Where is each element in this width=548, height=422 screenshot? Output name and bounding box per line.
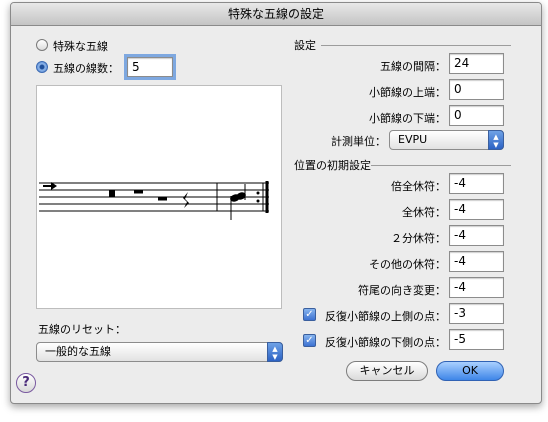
stem-flip-input[interactable]: -4 — [449, 277, 504, 298]
special-staff-radio[interactable] — [36, 39, 48, 51]
repeat-lower-label: 反復小節線の下側の点： — [325, 336, 446, 349]
units-label: 計測単位： — [331, 135, 386, 148]
initial-position-header: 位置の初期設定 — [294, 159, 371, 172]
checkmark-icon: ✓ — [305, 309, 314, 320]
line-count-input[interactable]: 5 — [124, 54, 176, 80]
barline-bottom-input[interactable]: 0 — [449, 105, 504, 126]
repeat-upper-input[interactable]: -3 — [449, 303, 504, 324]
line-count-label: 五線の線数： — [53, 62, 119, 75]
double-whole-rest-input[interactable]: -4 — [449, 173, 504, 194]
stem-flip-label: 符尾の向き変更： — [358, 284, 446, 297]
ok-button[interactable]: OK — [436, 361, 504, 381]
half-rest-input[interactable]: -4 — [449, 225, 504, 246]
settings-separator — [321, 45, 511, 46]
checkmark-icon: ✓ — [305, 335, 314, 346]
dialog-window: 特殊な五線の設定 特殊な五線 五線の線数： 5 五線のリセット： 一般的な五線 … — [10, 2, 542, 404]
special-staff-label: 特殊な五線 — [53, 40, 108, 53]
cancel-button[interactable]: キャンセル — [346, 361, 428, 381]
other-rest-input[interactable]: -4 — [449, 251, 504, 272]
reset-popup-value: 一般的な五線 — [45, 345, 111, 358]
repeat-upper-checkbox[interactable]: ✓ — [303, 308, 316, 321]
units-popup[interactable]: EVPU ▲ ▼ — [389, 130, 504, 150]
double-whole-rest-label: 倍全休符： — [391, 180, 446, 193]
staff-preview — [36, 85, 282, 309]
barline-bottom-label: 小節線の下端： — [369, 112, 446, 125]
repeat-lower-input[interactable]: -5 — [449, 329, 504, 350]
whole-rest-input[interactable]: -4 — [449, 199, 504, 220]
half-rest-label: ２分休符： — [391, 232, 446, 245]
reset-label: 五線のリセット： — [38, 323, 126, 336]
whole-rest-label: 全休符： — [402, 206, 446, 219]
spacing-input[interactable]: 24 — [449, 53, 504, 74]
barline-top-label: 小節線の上端： — [369, 86, 446, 99]
window-title: 特殊な五線の設定 — [11, 3, 541, 26]
repeat-upper-label: 反復小節線の上側の点： — [325, 310, 446, 323]
barline-top-input[interactable]: 0 — [449, 79, 504, 100]
initial-position-separator — [371, 165, 511, 166]
up-down-arrows-icon: ▲ ▼ — [488, 130, 504, 150]
repeat-lower-checkbox[interactable]: ✓ — [303, 334, 316, 347]
help-button[interactable]: ? — [16, 373, 36, 393]
line-count-radio[interactable] — [36, 61, 48, 73]
spacing-label: 五線の間隔： — [380, 60, 446, 73]
staff-preview-image — [39, 181, 269, 220]
settings-header: 設定 — [294, 39, 316, 52]
other-rest-label: その他の休符： — [369, 258, 446, 271]
reset-popup[interactable]: 一般的な五線 ▲ ▼ — [36, 342, 283, 362]
units-popup-value: EVPU — [398, 133, 428, 146]
up-down-arrows-icon: ▲ ▼ — [267, 342, 283, 362]
